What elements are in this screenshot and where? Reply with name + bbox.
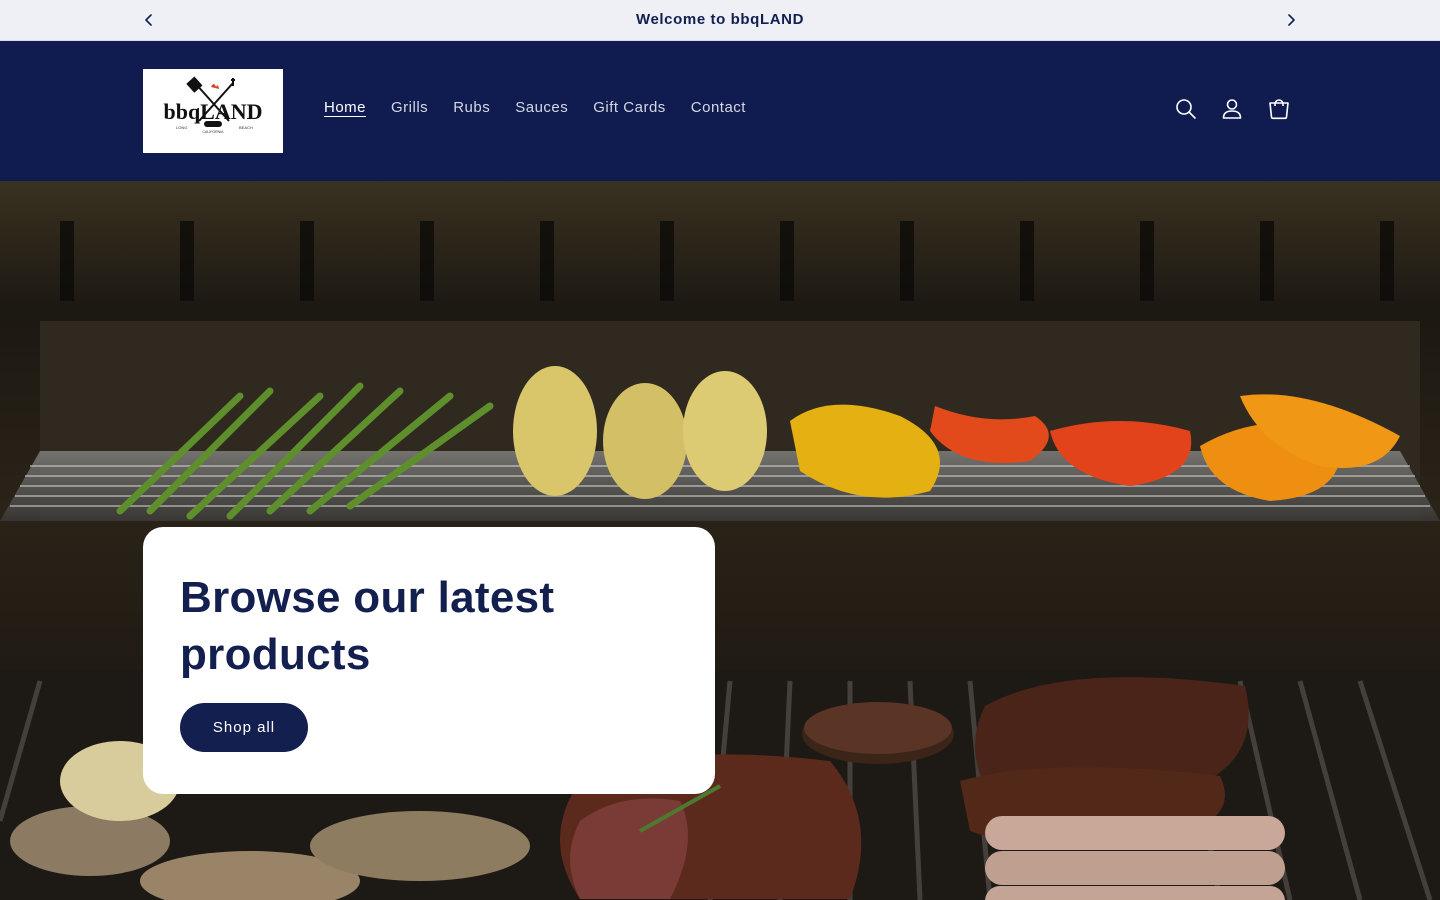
nav-link-home[interactable]: Home	[324, 99, 366, 116]
chevron-right-icon	[1288, 14, 1295, 26]
nav-link-gift-cards[interactable]: Gift Cards	[593, 99, 666, 116]
nav-link-rubs[interactable]: Rubs	[453, 99, 490, 116]
cart-button[interactable]	[1267, 97, 1291, 121]
site-header: bbqLAND LONG BEACH CALIFORNIA Home Grill…	[0, 41, 1440, 181]
main-nav: Home Grills Rubs Sauces Gift Cards Conta…	[324, 99, 771, 116]
logo-image: bbqLAND LONG BEACH CALIFORNIA	[163, 76, 263, 134]
search-icon	[1176, 99, 1196, 119]
cart-icon	[1269, 99, 1289, 120]
logo-wordmark: bbqLAND	[163, 99, 262, 124]
nav-link-sauces[interactable]: Sauces	[515, 99, 568, 116]
account-button[interactable]	[1220, 97, 1244, 121]
hero-banner: Browse our latest products Shop all	[0, 181, 1440, 900]
store-logo[interactable]: bbqLAND LONG BEACH CALIFORNIA	[143, 69, 283, 153]
search-button[interactable]	[1174, 97, 1198, 121]
logo-subtext-right: BEACH	[239, 125, 253, 130]
nav-link-contact[interactable]: Contact	[691, 99, 746, 116]
nav-link-grills[interactable]: Grills	[391, 99, 428, 116]
hero-heading: Browse our latest products	[180, 573, 555, 679]
announcement-bar: Welcome to bbqLAND	[0, 0, 1440, 41]
announcement-message: Welcome to bbqLAND	[635, 11, 805, 28]
shop-all-button[interactable]: Shop all	[180, 703, 308, 752]
announcement-next-button[interactable]	[1281, 10, 1301, 30]
hero-content-card: Browse our latest products Shop all	[143, 527, 715, 794]
logo-subtext-left: LONG	[176, 125, 187, 130]
account-icon	[1222, 99, 1242, 119]
logo-subtext-bottom: CALIFORNIA	[202, 130, 224, 134]
